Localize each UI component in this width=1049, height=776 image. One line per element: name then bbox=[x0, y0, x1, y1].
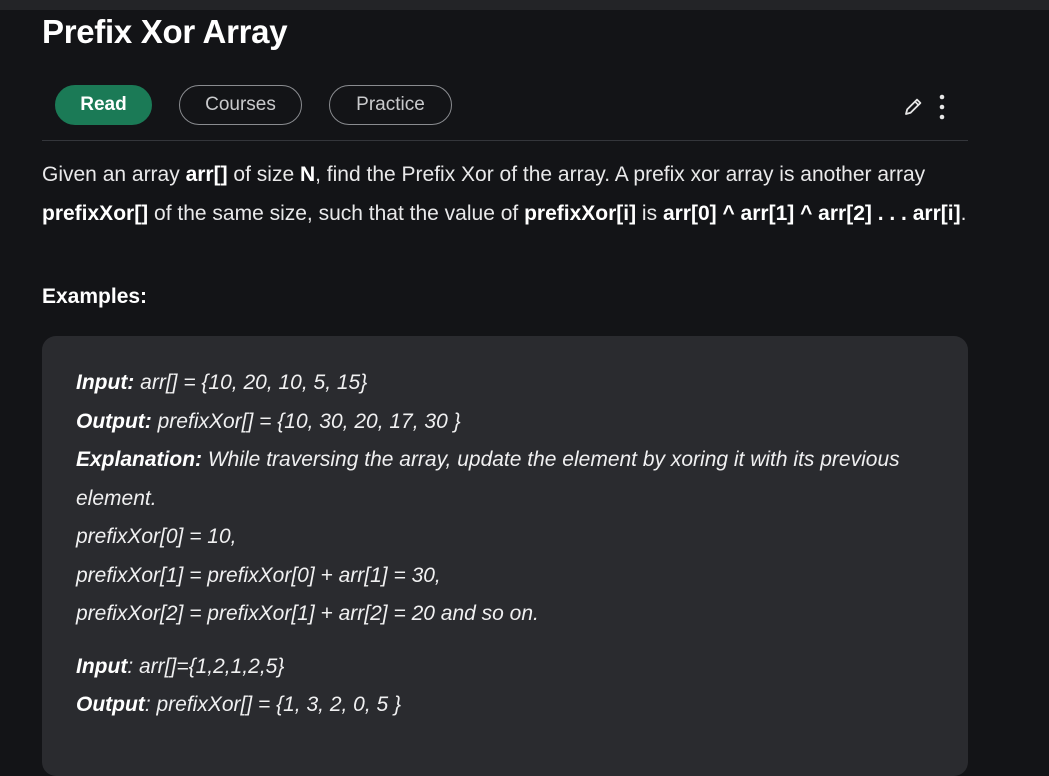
examples-heading: Examples: bbox=[42, 285, 148, 308]
article-tabs: Read Courses Practice bbox=[55, 85, 452, 125]
output-label: Output: bbox=[76, 409, 152, 433]
example1-explanation: Explanation: While traversing the array,… bbox=[76, 441, 936, 518]
statement-bold: arr[] bbox=[185, 163, 228, 186]
header-divider bbox=[42, 140, 968, 141]
tab-read[interactable]: Read bbox=[55, 85, 152, 125]
tab-practice[interactable]: Practice bbox=[329, 85, 452, 125]
example1-output: Output: prefixXor[] = {10, 30, 20, 17, 3… bbox=[76, 403, 936, 442]
input-value: arr[] = {10, 20, 10, 5, 15} bbox=[134, 371, 368, 394]
input-label: Input: bbox=[76, 371, 135, 394]
statement-bold: N bbox=[299, 163, 316, 186]
statement-bold: prefixXor[] bbox=[42, 201, 149, 225]
statement-text: . bbox=[960, 201, 967, 225]
explanation-label: Explanation: bbox=[76, 448, 203, 471]
tab-courses[interactable]: Courses bbox=[179, 85, 302, 125]
statement-text: of size bbox=[227, 163, 300, 186]
statement-text: , find the Prefix Xor of the array. A pr… bbox=[315, 163, 926, 186]
statement-text: of the same size, such that the value of bbox=[148, 201, 525, 225]
example2-input: Input: arr[]={1,2,1,2,5} bbox=[76, 648, 936, 687]
problem-statement: Given an array arr[] of size N, find the… bbox=[42, 156, 968, 233]
output-value: prefixXor[] = {10, 30, 20, 17, 30 } bbox=[151, 409, 461, 433]
input-value: : arr[]={1,2,1,2,5} bbox=[127, 654, 285, 678]
statement-bold: arr[0] ^ arr[1] ^ arr[2] . . . arr[i] bbox=[662, 201, 961, 225]
page-title: Prefix Xor Array bbox=[42, 13, 288, 50]
example-spacer bbox=[76, 634, 936, 648]
example1-step: prefixXor[0] = 10, bbox=[76, 525, 237, 548]
statement-text: is bbox=[636, 201, 663, 225]
statement-bold: prefixXor[i] bbox=[524, 201, 637, 225]
example2-output: Output: prefixXor[] = {1, 3, 2, 0, 5 } bbox=[76, 686, 936, 725]
vertical-dots-icon[interactable] bbox=[938, 93, 946, 121]
example-content: Input: arr[] = {10, 20, 10, 5, 15} Outpu… bbox=[76, 364, 936, 725]
example1-step: prefixXor[1] = prefixXor[0] + arr[1] = 3… bbox=[76, 563, 441, 587]
example1-input: Input: arr[] = {10, 20, 10, 5, 15} bbox=[76, 364, 936, 403]
output-value: : prefixXor[] = {1, 3, 2, 0, 5 } bbox=[144, 693, 402, 716]
example1-step: prefixXor[2] = prefixXor[1] + arr[2] = 2… bbox=[76, 602, 539, 625]
statement-text: Given an array bbox=[42, 163, 186, 186]
article-actions bbox=[902, 92, 946, 122]
output-label: Output bbox=[76, 693, 145, 716]
top-bar bbox=[0, 0, 1049, 10]
input-label: Input bbox=[76, 654, 128, 678]
pencil-icon[interactable] bbox=[902, 96, 924, 118]
example-box: Input: arr[] = {10, 20, 10, 5, 15} Outpu… bbox=[42, 336, 968, 776]
